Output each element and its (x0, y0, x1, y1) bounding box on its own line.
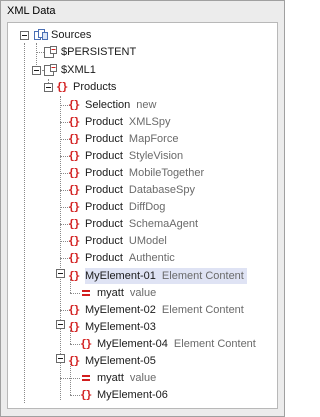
tree-guide-line (70, 344, 80, 345)
element-value: SchemaAgent (128, 218, 199, 230)
element-value: Element Content (173, 338, 256, 350)
element-icon: {} (68, 149, 80, 162)
xml-tree: Sources $PERSISTENT $XML1 {} Products {}… (8, 23, 277, 408)
tree-guide-line (36, 52, 44, 53)
tree-guide-line (24, 43, 25, 403)
element-icon: {} (68, 166, 80, 179)
selection-highlight: MyElement-01 Element Content (85, 268, 247, 284)
element-icon: {} (80, 388, 92, 401)
element-name: Selection (85, 99, 131, 111)
element-name: Product (85, 133, 123, 145)
element-name: Product (85, 167, 123, 179)
tree-guide-line (70, 378, 80, 379)
attribute-value: value (129, 287, 157, 299)
element-name: Product (85, 150, 123, 162)
element-name: Product (85, 184, 123, 196)
element-icon: {} (68, 200, 80, 213)
element-icon: {} (68, 251, 80, 264)
collapse-toggle-sources[interactable] (20, 31, 29, 40)
element-value: new (136, 99, 157, 111)
panel-title: XML Data (7, 5, 56, 17)
element-value: Authentic (128, 252, 175, 264)
element-value: XMLSpy (128, 116, 171, 128)
collapse-toggle-xml1[interactable] (32, 66, 41, 75)
tree-node-label: $XML1 (61, 64, 96, 76)
element-icon: {} (68, 115, 80, 128)
tree-guide-line (70, 395, 80, 396)
tree-guide-line (70, 293, 80, 294)
element-value: StyleVision (128, 150, 184, 162)
xml-document-icon (44, 46, 57, 58)
element-icon: {} (68, 303, 80, 316)
element-icon: {} (68, 132, 80, 145)
attribute-value: value (129, 372, 157, 384)
element-icon: {} (56, 80, 68, 93)
xml-tree-panel[interactable]: Sources $PERSISTENT $XML1 {} Products {}… (7, 22, 278, 409)
element-value: MapForce (128, 133, 179, 145)
tree-guide-line (70, 364, 71, 395)
attribute-name: myatt (97, 287, 124, 299)
collapse-toggle-myelement-05[interactable] (56, 354, 65, 363)
element-name: Product (85, 201, 123, 213)
element-name: MyElement-06 (97, 389, 168, 401)
tree-node-label: Sources (51, 29, 92, 41)
element-icon: {} (68, 269, 80, 282)
attribute-name: myatt (97, 372, 124, 384)
element-icon: {} (80, 337, 92, 350)
element-value: MobileTogether (128, 167, 205, 179)
element-name: MyElement-02 (85, 304, 156, 316)
element-value: DatabaseSpy (128, 184, 195, 196)
sources-icon (34, 29, 48, 40)
element-icon: {} (68, 320, 80, 333)
attribute-icon (82, 375, 90, 381)
attribute-icon (82, 290, 90, 296)
element-icon: {} (68, 354, 80, 367)
tree-node-label: $PERSISTENT (61, 46, 137, 58)
element-icon: {} (68, 217, 80, 230)
collapse-toggle-myelement-01[interactable] (56, 269, 65, 278)
xml-document-icon (44, 64, 57, 76)
collapse-toggle-myelement-03[interactable] (56, 320, 65, 329)
element-value: DiffDog (128, 201, 166, 213)
element-name: Product (85, 218, 123, 230)
xml-data-window: XML Data Sources $PERSISTENT $XML1 {} Pr… (0, 0, 285, 417)
element-icon: {} (68, 234, 80, 247)
element-value: UModel (128, 235, 167, 247)
tree-node-label: Products (73, 81, 117, 93)
collapse-toggle-products[interactable] (44, 83, 53, 92)
element-icon: {} (68, 183, 80, 196)
element-name: MyElement-04 (97, 338, 168, 350)
element-name: MyElement-05 (85, 355, 156, 367)
element-value: Element Content (161, 304, 244, 316)
element-name: Product (85, 116, 123, 128)
element-name: MyElement-03 (85, 321, 156, 333)
element-icon: {} (68, 98, 80, 111)
element-name: Product (85, 235, 123, 247)
element-value: Element Content (161, 270, 244, 282)
element-name: MyElement-01 (85, 270, 156, 282)
element-name: Product (85, 252, 123, 264)
tree-guide-line (60, 378, 70, 379)
